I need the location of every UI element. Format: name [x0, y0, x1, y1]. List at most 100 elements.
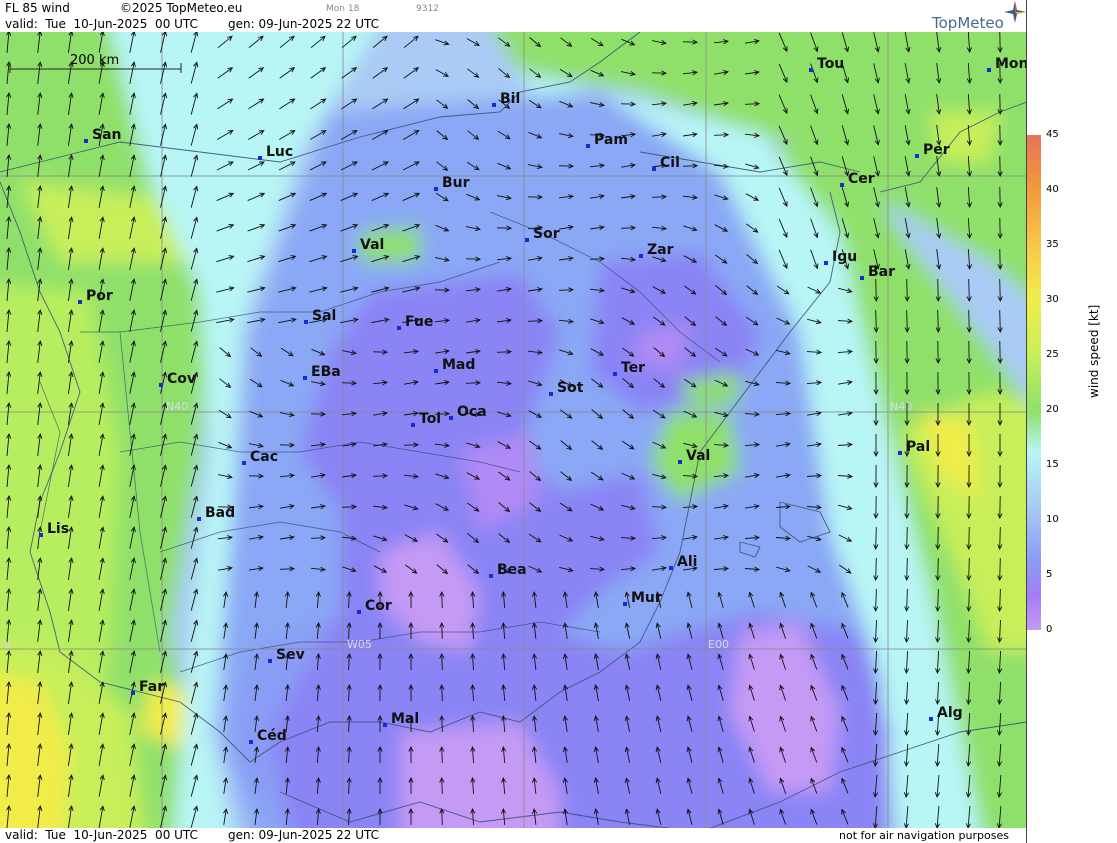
city-label: Fue	[405, 314, 433, 330]
city-label: Cac	[250, 449, 278, 465]
city-label: Cil	[660, 155, 680, 171]
city-dot	[840, 183, 844, 187]
colorbar-tick-label: 20	[1046, 404, 1059, 415]
city-dot	[586, 144, 590, 148]
city-dot	[492, 103, 496, 107]
city-label: Sal	[312, 308, 336, 324]
city-label: San	[92, 127, 122, 143]
topmeteo-logo[interactable]: TopMeteo	[932, 14, 1004, 32]
city-dot	[929, 717, 933, 721]
city-label: Bur	[442, 175, 470, 191]
city-dot	[397, 326, 401, 330]
city-label: Sor	[533, 226, 560, 242]
city-label: Oca	[457, 404, 487, 420]
city-dot	[383, 723, 387, 727]
city-label: Pal	[906, 439, 930, 455]
colorbar-tick-label: 40	[1046, 184, 1059, 195]
header-row-1: FL 85 wind ©2025 TopMeteo.eu Mon 18 9312	[0, 0, 1027, 16]
wind-speed-field	[0, 32, 1027, 828]
city-label: Sev	[276, 647, 305, 663]
colorbar-title: wind speed [kt]	[1087, 304, 1101, 398]
city-dot	[613, 372, 617, 376]
city-label: Alg	[937, 705, 963, 721]
city-dot	[352, 249, 356, 253]
city-label: Tou	[817, 56, 844, 72]
day-code: Mon 18	[326, 4, 360, 14]
city-label: Igu	[832, 249, 857, 265]
wind-speed-colorbar	[1027, 135, 1041, 630]
compass-star-icon	[1004, 1, 1026, 23]
wind-map[interactable]: N40 N40 W05 E00 0 200 km Tou Mon Bil San Luc…	[0, 32, 1027, 828]
city-label: Mon	[995, 56, 1027, 72]
city-dot	[489, 574, 493, 578]
city-dot	[258, 156, 262, 160]
city-dot	[987, 68, 991, 72]
city-dot	[809, 68, 813, 72]
city-dot	[78, 300, 82, 304]
lat-label-n40-left: N40	[166, 400, 188, 413]
valid-time: valid: Tue 10-Jun-2025 00 UTC	[5, 17, 198, 31]
city-dot	[84, 139, 88, 143]
city-label: Bad	[205, 505, 235, 521]
city-label: Bar	[868, 264, 895, 280]
copyright-text: ©2025 TopMeteo.eu	[120, 1, 243, 15]
city-label: Zar	[647, 242, 674, 258]
city-label: Ali	[677, 554, 697, 570]
city-label: Per	[923, 142, 950, 158]
city-dot	[434, 369, 438, 373]
city-dot	[669, 566, 673, 570]
footer-valid-time: valid: Tue 10-Jun-2025 00 UTC	[5, 828, 198, 842]
city-dot	[639, 254, 643, 258]
city-label: Cov	[167, 371, 196, 387]
city-label: Far	[139, 679, 164, 695]
colorbar-tick-label: 35	[1046, 239, 1059, 250]
disclaimer-text: not for air navigation purposes	[839, 829, 1009, 842]
city-label: Por	[86, 288, 113, 304]
city-dot	[357, 610, 361, 614]
city-label: Céd	[257, 728, 287, 744]
colorbar-tick-label: 30	[1046, 294, 1059, 305]
city-dot	[449, 416, 453, 420]
scale-bar-label: 200 km	[70, 53, 119, 68]
city-label: Mal	[391, 711, 419, 727]
city-dot	[549, 392, 553, 396]
city-dot	[623, 602, 627, 606]
city-label: Pam	[594, 132, 628, 148]
city-dot	[915, 154, 919, 158]
city-label: Ter	[621, 360, 645, 376]
lat-label-n40-right: N40	[890, 400, 912, 413]
city-dot	[131, 691, 135, 695]
city-dot	[39, 533, 43, 537]
city-label: Mur	[631, 590, 662, 606]
city-label: EBa	[311, 364, 341, 380]
lon-label-w05: W05	[347, 638, 372, 651]
city-dot	[197, 517, 201, 521]
wind-map-canvas: N40 N40 W05 E00 0 200 km Tou MonBilSanLuc…	[0, 32, 1027, 828]
city-dot	[525, 238, 529, 242]
map-title: FL 85 wind	[5, 1, 70, 15]
city-dot	[860, 276, 864, 280]
lon-label-e00: E00	[708, 638, 729, 651]
footer-gen-time: gen: 09-Jun-2025 22 UTC	[228, 828, 380, 842]
city-dot	[898, 451, 902, 455]
city-label: Lis	[47, 521, 69, 537]
city-label: Cor	[365, 598, 392, 614]
city-label: Bea	[497, 562, 527, 578]
colorbar-tick-label: 45	[1046, 129, 1059, 140]
footer: valid: Tue 10-Jun-2025 00 UTC gen: 09-Ju…	[0, 828, 1027, 843]
city-label: Val	[360, 237, 384, 253]
city-dot	[249, 740, 253, 744]
city-label: Val	[686, 448, 710, 464]
city-dot	[159, 383, 163, 387]
city-label: Luc	[266, 144, 293, 160]
run-code: 9312	[416, 4, 439, 14]
city-label: Bil	[500, 91, 520, 107]
gen-time: gen: 09-Jun-2025 22 UTC	[228, 17, 380, 31]
city-dot	[678, 460, 682, 464]
city-label: Cer	[848, 171, 875, 187]
city-label: Mad	[442, 357, 475, 373]
city-dot	[411, 423, 415, 427]
city-dot	[434, 187, 438, 191]
colorbar-tick-label: 10	[1046, 514, 1059, 525]
city-label: Sot	[557, 380, 584, 396]
